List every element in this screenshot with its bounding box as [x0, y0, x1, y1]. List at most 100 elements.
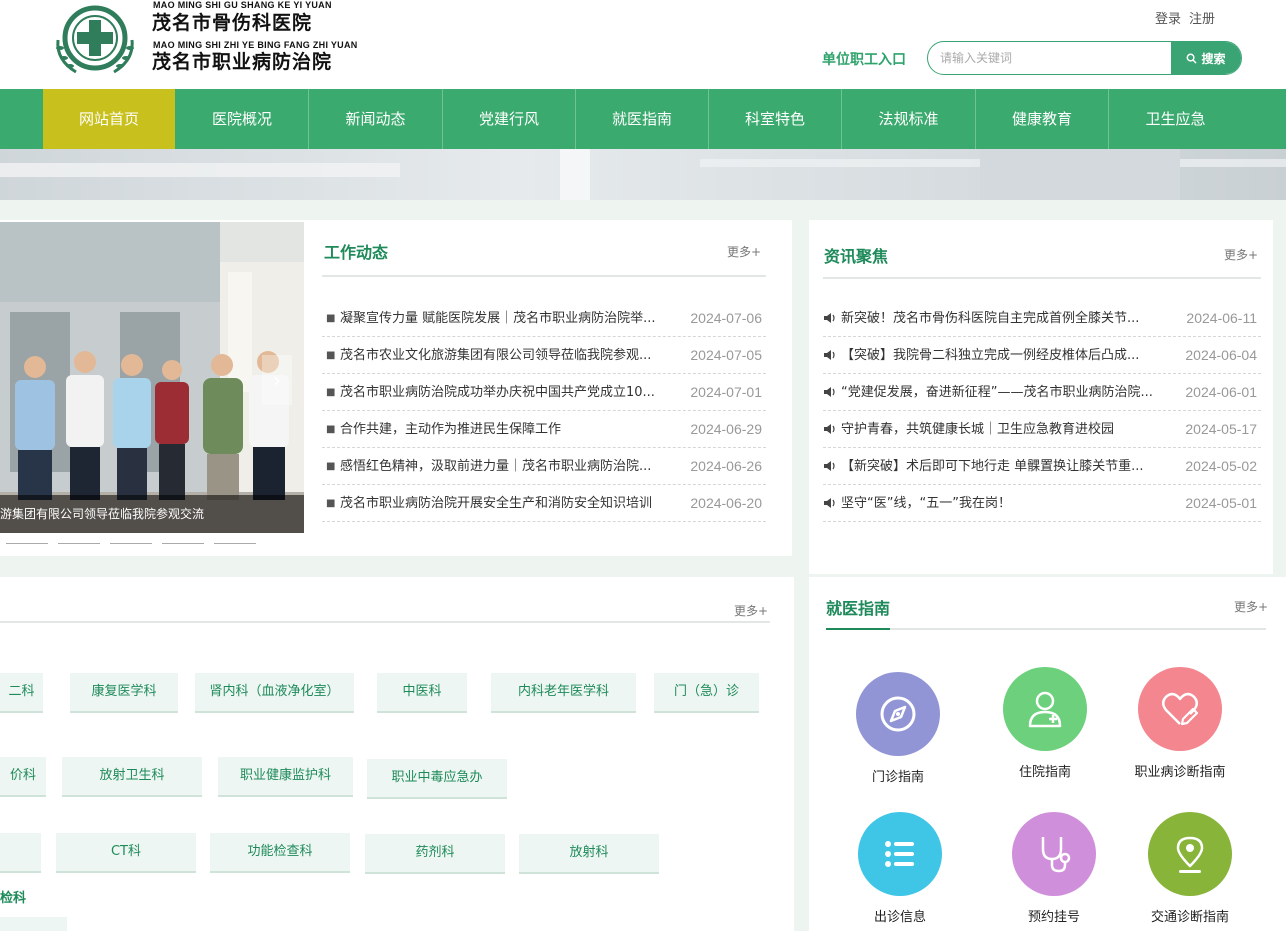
- news-title: 新突破！茂名市骨伤科医院自主完成首例全膝关节...: [841, 311, 1140, 326]
- news-list-item[interactable]: 【突破】我院骨二科独立完成一例经皮椎体后凸成... 2024-06-04: [823, 337, 1261, 374]
- departments-more-link[interactable]: 更多+: [734, 602, 768, 619]
- department-button[interactable]: 康复医学科: [70, 673, 178, 713]
- guide-more-link[interactable]: 更多+: [1234, 598, 1268, 615]
- bullet-icon: ■: [326, 461, 336, 472]
- departments-panel: 更多+ 二科 康复医学科 肾内科（血液净化室） 中医科 内科老年医学科 门（急）…: [0, 577, 794, 931]
- guide-section-title[interactable]: 就医指南: [826, 595, 890, 619]
- department-button[interactable]: 肾内科（血液净化室）: [195, 673, 354, 713]
- search-icon: [1187, 53, 1198, 64]
- department-button[interactable]: [0, 833, 41, 873]
- location-pin-icon: [1148, 812, 1232, 896]
- news-list-item[interactable]: ■ 凝聚宣传力量 赋能医院发展｜茂名市职业病防治院举... 2024-07-06: [322, 300, 766, 337]
- department-category-label[interactable]: 检科: [0, 887, 26, 906]
- department-button[interactable]: 门（急）诊: [654, 673, 759, 713]
- guide-item-traffic[interactable]: 交通诊断指南: [1120, 812, 1260, 925]
- nav-item-party[interactable]: 党建行风: [443, 89, 575, 149]
- info-section-title[interactable]: 资讯聚焦: [824, 243, 888, 267]
- hospital-emblem-icon[interactable]: [48, 0, 142, 78]
- hospital-logo-text[interactable]: MAO MING SHI GU SHANG KE YI YUAN 茂名市骨伤科医…: [150, 0, 357, 80]
- news-list-item[interactable]: ■ 茂名市职业病防治院开展安全生产和消防安全知识培训 2024-06-20: [322, 485, 766, 522]
- department-button[interactable]: 职业中毒应急办: [367, 759, 507, 799]
- news-date: 2024-05-01: [1185, 495, 1257, 511]
- speaker-icon: [824, 387, 835, 397]
- compass-icon: [856, 672, 940, 756]
- work-section-title[interactable]: 工作动态: [324, 239, 388, 263]
- guide-item-schedule[interactable]: 出诊信息: [830, 812, 970, 925]
- search-input[interactable]: [928, 42, 1172, 74]
- nav-item-regulations[interactable]: 法规标准: [842, 89, 975, 149]
- speaker-icon: [824, 461, 835, 471]
- guide-item-outpatient[interactable]: 门诊指南: [828, 672, 968, 785]
- news-date: 2024-05-02: [1185, 458, 1257, 474]
- news-date: 2024-07-05: [690, 347, 762, 363]
- work-more-link[interactable]: 更多+: [727, 243, 761, 260]
- news-title: 茂名市职业病防治院开展安全生产和消防安全知识培训: [340, 496, 653, 511]
- news-list-item[interactable]: ■ 感悟红色精神，汲取前进力量｜茂名市职业病防治院... 2024-06-26: [322, 448, 766, 485]
- guide-item-inpatient[interactable]: 住院指南: [975, 667, 1115, 780]
- logo-name-2: 茂名市职业病防治院: [152, 51, 333, 73]
- slider-next-arrow-icon[interactable]: ›: [262, 355, 292, 405]
- info-focus-panel: 资讯聚焦 更多+ 新突破！茂名市骨伤科医院自主完成首例全膝关节... 2024-…: [809, 220, 1273, 574]
- department-button[interactable]: 二科: [0, 673, 43, 713]
- department-button[interactable]: CT科: [56, 833, 196, 873]
- guide-item-label: 预约挂号: [1027, 910, 1080, 925]
- department-button[interactable]: 内科老年医学科: [491, 673, 636, 713]
- news-list-item[interactable]: 坚守“医”线，“五一”我在岗！ 2024-05-01: [823, 485, 1261, 522]
- department-button[interactable]: 价科: [0, 757, 46, 797]
- news-title: 【突破】我院骨二科独立完成一例经皮椎体后凸成...: [841, 348, 1140, 363]
- department-button[interactable]: 放射科: [519, 834, 659, 874]
- news-list-item[interactable]: ■ 茂名市农业文化旅游集团有限公司领导莅临我院参观... 2024-07-05: [322, 337, 766, 374]
- speaker-icon: [824, 350, 835, 360]
- guide-item-occupational-diagnosis[interactable]: 职业病诊断指南: [1110, 667, 1250, 780]
- news-title: 茂名市农业文化旅游集团有限公司领导莅临我院参观...: [340, 348, 652, 363]
- nav-item-health-education[interactable]: 健康教育: [976, 89, 1108, 149]
- nav-item-emergency[interactable]: 卫生应急: [1109, 89, 1242, 149]
- guide-item-appointment[interactable]: 预约挂号: [984, 812, 1124, 925]
- slider-dot[interactable]: [58, 543, 100, 544]
- department-button[interactable]: 中医科: [377, 673, 467, 713]
- slider-dot[interactable]: [6, 543, 48, 544]
- slider-dot[interactable]: [110, 543, 152, 544]
- bullet-icon: ■: [326, 313, 336, 324]
- slider-dot[interactable]: [162, 543, 204, 544]
- department-button[interactable]: 功能检查科: [210, 833, 350, 873]
- nav-item-guide[interactable]: 就医指南: [576, 89, 708, 149]
- section-divider: [826, 628, 1266, 630]
- login-link[interactable]: 登录: [1155, 12, 1181, 27]
- news-list-item[interactable]: “党建促发展，奋进新征程”——茂名市职业病防治院... 2024-06-01: [823, 374, 1261, 411]
- bullet-icon: ■: [326, 424, 336, 435]
- guide-item-label: 交通诊断指南: [1150, 910, 1229, 925]
- nav-item-news[interactable]: 新闻动态: [309, 89, 442, 149]
- news-title: 合作共建，主动作为推进民生保障工作: [340, 422, 562, 437]
- search-box: 搜索: [927, 41, 1242, 75]
- news-list-item[interactable]: ■ 茂名市职业病防治院成功举办庆祝中国共产党成立10... 2024-07-01: [322, 374, 766, 411]
- register-link[interactable]: 注册: [1189, 12, 1215, 27]
- news-list-item[interactable]: 守护青春，共筑健康长城｜卫生应急教育进校园 2024-05-17: [823, 411, 1261, 448]
- news-photo-slider[interactable]: › 游集团有限公司领导莅临我院参观交流: [0, 222, 304, 533]
- auth-links: 登录 注册: [1155, 8, 1223, 27]
- photo-caption[interactable]: 游集团有限公司领导莅临我院参观交流: [0, 495, 304, 533]
- news-list-item[interactable]: 新突破！茂名市骨伤科医院自主完成首例全膝关节... 2024-06-11: [823, 300, 1261, 337]
- nav-item-home[interactable]: 网站首页: [43, 89, 175, 149]
- search-button[interactable]: 搜索: [1171, 42, 1241, 74]
- department-button[interactable]: 职业健康监护科: [218, 757, 353, 797]
- nav-item-overview[interactable]: 医院概况: [176, 89, 308, 149]
- nav-item-departments[interactable]: 科室特色: [709, 89, 841, 149]
- guide-item-label: 门诊指南: [871, 770, 924, 785]
- news-list-item[interactable]: 【新突破】术后即可下地行走 单髁置换让膝关节重... 2024-05-02: [823, 448, 1261, 485]
- news-date: 2024-05-17: [1185, 421, 1257, 437]
- news-list-item[interactable]: ■ 合作共建，主动作为推进民生保障工作 2024-06-29: [322, 411, 766, 448]
- department-button[interactable]: 放射卫生科: [62, 757, 202, 797]
- section-divider: [0, 621, 770, 623]
- slider-dot[interactable]: [214, 543, 256, 544]
- news-title: 守护青春，共筑健康长城｜卫生应急教育进校园: [841, 422, 1115, 437]
- heart-pen-icon: [1138, 667, 1222, 751]
- list-icon: [858, 812, 942, 896]
- staff-entry-link[interactable]: 单位职工入口: [822, 49, 906, 69]
- department-button[interactable]: 药剂科: [365, 834, 505, 874]
- bullet-icon: ■: [326, 350, 336, 361]
- department-button[interactable]: [0, 917, 67, 931]
- info-more-link[interactable]: 更多+: [1224, 246, 1258, 263]
- news-title: 感悟红色精神，汲取前进力量｜茂名市职业病防治院...: [340, 459, 652, 474]
- speaker-icon: [824, 424, 835, 434]
